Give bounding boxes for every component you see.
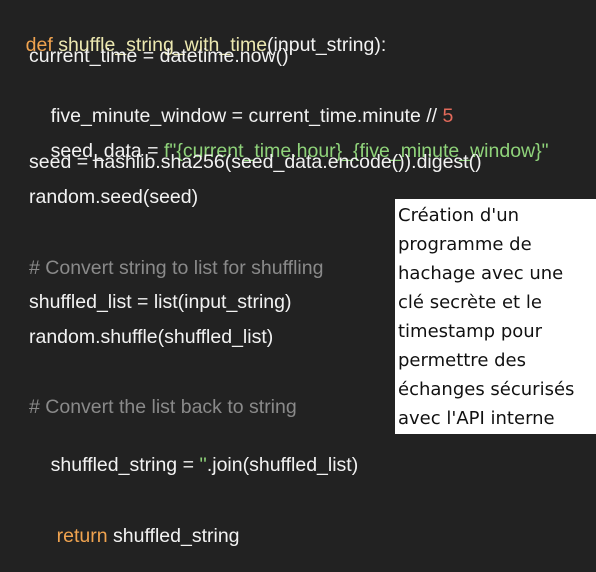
code-line-random-seed: random.seed(seed) xyxy=(29,186,199,208)
code-line-random-shuffle: random.shuffle(shuffled_list) xyxy=(29,326,274,348)
annotation-note: Création d'un programme de hachage avec … xyxy=(395,199,596,434)
note-line: programme de xyxy=(398,234,532,255)
return-value: shuffled_string xyxy=(113,525,240,547)
code-line-seed: seed = hashlib.sha256(seed_data.encode()… xyxy=(29,151,482,173)
code-comment-convert-to-list: # Convert string to list for shuffling xyxy=(29,257,324,279)
keyword-return: return xyxy=(56,525,108,547)
code-line-return: return shuffled_string xyxy=(35,500,240,572)
note-line: clé secrète et le xyxy=(398,292,542,313)
note-line: permettre des xyxy=(398,350,526,371)
note-line: avec l'API interne xyxy=(398,408,555,429)
code-comment-convert-back: # Convert the list back to string xyxy=(29,396,297,418)
code-text: shuffled_string = xyxy=(50,454,200,476)
code-line-shuffled-list: shuffled_list = list(input_string) xyxy=(29,291,292,313)
string-literal: '' xyxy=(199,454,207,476)
code-line-shuffled-string: shuffled_string = ''.join(shuffled_list) xyxy=(29,429,359,501)
code-line-current-time: current_time = datetime.now() xyxy=(29,45,289,67)
note-line: échanges sécurisés xyxy=(398,379,575,400)
code-text: .join(shuffled_list) xyxy=(206,454,359,476)
note-line: hachage avec une xyxy=(398,263,564,284)
note-line: Création d'un xyxy=(398,205,520,226)
note-line: timestamp pour xyxy=(398,321,543,342)
